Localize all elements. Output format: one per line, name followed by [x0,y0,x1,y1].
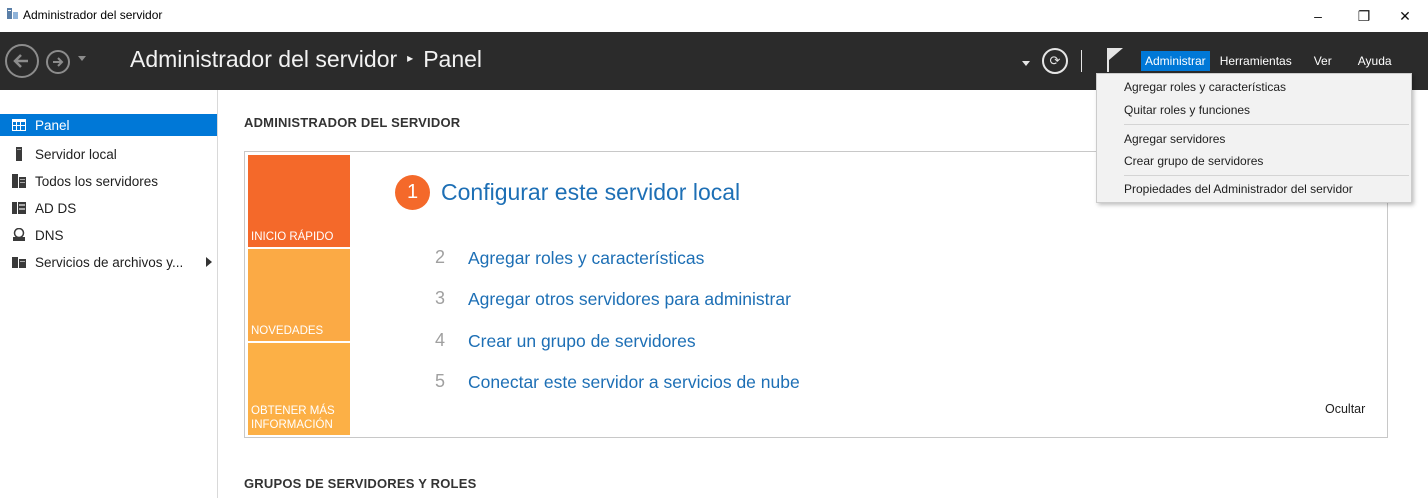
breadcrumb: Administrador del servidor ▸ Panel [130,46,482,73]
refresh-button[interactable]: ⟳ [1042,48,1068,74]
menu-bar: Administrar Herramientas Ver Ayuda [1141,50,1402,72]
menu-item-agregar-servidores[interactable]: Agregar servidores [1124,132,1225,146]
menu-administrar[interactable]: Administrar [1141,51,1210,71]
sidebar-item-label: Todos los servidores [35,173,159,189]
sidebar-item-servidor-local[interactable]: Servidor local [0,143,217,165]
step-3-link[interactable]: Agregar otros servidores para administra… [468,289,791,310]
server-icon [16,147,22,161]
breadcrumb-separator-icon: ▸ [407,50,414,65]
menu-herramientas[interactable]: Herramientas [1216,51,1296,71]
window-title: Administrador del servidor [23,8,163,22]
header-divider [1081,50,1082,72]
sidebar-item-ad-ds[interactable]: AD DS [0,197,217,219]
sidebar-item-servicios-de-archivos[interactable]: Servicios de archivos y... [0,251,217,273]
menu-ver[interactable]: Ver [1310,51,1336,71]
section-title: ADMINISTRADOR DEL SERVIDOR [244,115,461,130]
step-2-number: 2 [435,247,446,267]
notifications-flag-icon[interactable] [1104,46,1126,74]
step-2-link[interactable]: Agregar roles y características [468,248,704,269]
sidebar-item-label: Servidor local [35,146,117,162]
tile-inicio-rapido[interactable]: INICIO RÁPIDO [248,155,350,247]
dashboard-icon [12,119,26,131]
menu-item-quitar-roles[interactable]: Quitar roles y funciones [1124,103,1250,117]
history-dropdown-icon[interactable] [78,56,86,61]
breadcrumb-page: Panel [423,46,483,72]
tile-obtener-mas-informacion[interactable]: OBTENER MÁS INFORMACIÓN [248,343,350,435]
tile-novedades[interactable]: NOVEDADES [248,249,350,341]
step-1-link[interactable]: Configurar este servidor local [441,179,740,206]
tile-label: NOVEDADES [251,325,324,337]
back-arrow-icon [13,54,28,68]
step-5-link[interactable]: Conectar este servidor a servicios de nu… [468,372,800,393]
menu-separator [1124,175,1409,176]
step-4-link[interactable]: Crear un grupo de servidores [468,331,696,352]
sidebar-item-label: Panel [35,117,70,133]
menu-ayuda[interactable]: Ayuda [1354,51,1396,71]
step-1-number: 1 [395,175,430,210]
tile-label: INICIO RÁPIDO [251,231,334,243]
sidebar-item-dns[interactable]: DNS [0,224,217,246]
sidebar-item-label: DNS [35,227,64,243]
sidebar: Panel Servidor local Todos los servidore… [0,90,218,498]
expand-arrow-icon[interactable] [206,257,212,267]
administrar-dropdown-menu: Agregar roles y características Quitar r… [1096,73,1412,203]
restore-button[interactable]: ❐ [1341,0,1387,32]
hide-link[interactable]: Ocultar [1325,402,1365,416]
menu-item-agregar-roles[interactable]: Agregar roles y características [1124,80,1286,94]
menu-item-propiedades[interactable]: Propiedades del Administrador del servid… [1124,182,1353,196]
sidebar-item-label: Servicios de archivos y... [35,254,184,270]
ad-ds-icon [12,202,26,214]
step-4-number: 4 [435,330,446,350]
tile-label: OBTENER MÁS INFORMACIÓN [251,405,335,431]
forward-button[interactable] [46,50,70,74]
back-button[interactable] [5,44,39,78]
minimize-button[interactable]: – [1295,0,1341,32]
sidebar-item-label: AD DS [35,200,77,216]
file-services-icon [12,257,26,268]
sidebar-item-panel[interactable]: Panel [0,114,217,136]
step-5-number: 5 [435,371,446,391]
servers-icon [12,174,26,188]
server-manager-app-icon [7,8,18,19]
dns-icon [13,228,25,241]
close-button[interactable]: ✕ [1382,0,1428,32]
refresh-icon: ⟳ [1049,53,1061,68]
sidebar-item-todos-los-servidores[interactable]: Todos los servidores [0,170,217,192]
step-3-number: 3 [435,288,446,308]
menu-separator [1124,124,1409,125]
menu-item-crear-grupo[interactable]: Crear grupo de servidores [1124,154,1263,168]
header-dropdown-icon[interactable] [1022,61,1030,66]
groups-section-title: GRUPOS DE SERVIDORES Y ROLES [244,476,477,491]
breadcrumb-root[interactable]: Administrador del servidor [130,46,397,72]
forward-arrow-icon [53,57,64,67]
title-bar: Administrador del servidor – ❐ ✕ [0,0,1428,32]
